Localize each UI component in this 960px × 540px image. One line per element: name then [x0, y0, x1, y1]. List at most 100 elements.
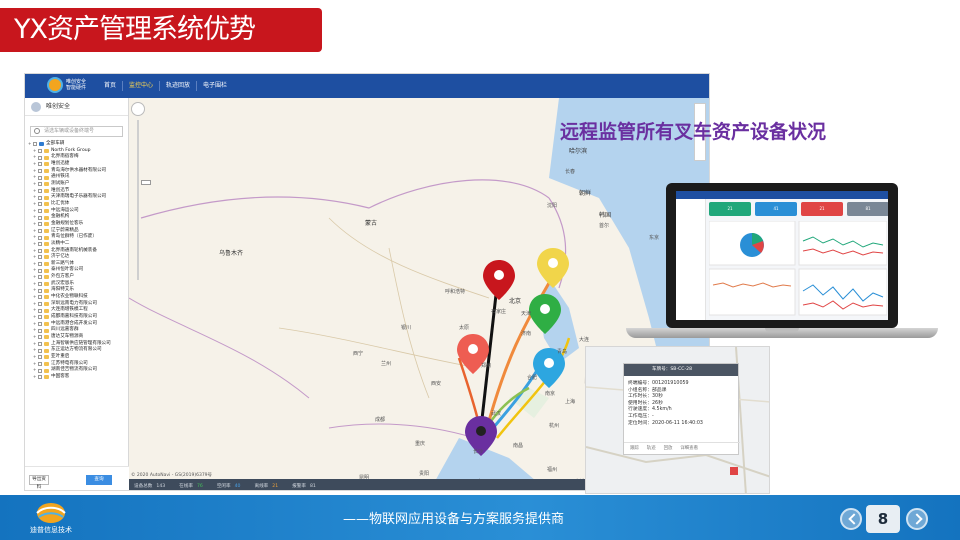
checkbox[interactable] [38, 162, 42, 167]
tree-item[interactable]: + 金融规划位客乐 [28, 221, 128, 228]
checkbox[interactable] [38, 355, 42, 360]
checkbox[interactable] [38, 322, 42, 327]
popup-actions: 跟踪 轨迹 回放 详细查看 [624, 442, 740, 454]
map-label: 呼和浩特 [445, 289, 466, 295]
checkbox[interactable] [38, 328, 42, 333]
checkbox[interactable] [38, 342, 42, 347]
tree-item[interactable]: + 中远海运公司 [28, 208, 128, 215]
checkbox[interactable] [38, 375, 42, 380]
checkbox[interactable] [38, 155, 42, 160]
checkbox[interactable] [38, 168, 42, 173]
checkbox[interactable] [38, 208, 42, 213]
next-page-button[interactable] [906, 508, 928, 530]
tree-item[interactable]: + 天津南瑞电子乐器有限公司 [28, 194, 128, 201]
tree-item[interactable]: + 唯创迅捷 [28, 161, 128, 168]
map-zoom-slider[interactable] [137, 120, 151, 280]
checkbox[interactable] [38, 295, 42, 300]
checkbox[interactable] [33, 142, 37, 147]
checkbox[interactable] [38, 182, 42, 187]
folder-icon [44, 208, 49, 213]
folder-icon [44, 322, 49, 327]
checkbox[interactable] [38, 215, 42, 220]
app-logo-text: 唯创安全 智能硬件 [66, 79, 87, 91]
tree-item[interactable]: + 泰州恒叶客公司 [28, 267, 128, 274]
vehicle-search-input[interactable]: 请选车辆或设备终端号 [30, 126, 123, 137]
checkbox[interactable] [38, 175, 42, 180]
tree-item[interactable]: + 亚叶重启 [28, 354, 128, 361]
checkbox[interactable] [38, 248, 42, 253]
vehicle-plate: 车牌号：SB-CC-28 [624, 364, 738, 376]
folder-icon [44, 315, 49, 320]
folder-icon [44, 202, 49, 207]
checkbox[interactable] [38, 308, 42, 313]
tree-item[interactable]: + 中化农业物联科技 [28, 294, 128, 301]
nav-item-fence[interactable]: 电子围栏 [196, 81, 233, 91]
tree-item-label: 唐达艾车物源商 [51, 334, 84, 340]
checkbox[interactable] [38, 255, 42, 260]
tree-item[interactable]: + 淡精中二 [28, 241, 128, 248]
tree-item[interactable]: + 北界南宿客梅 [28, 154, 128, 161]
detail-link[interactable]: 详细查看 [680, 443, 698, 454]
checkbox[interactable] [38, 228, 42, 233]
nav-item-playback[interactable]: 轨迹回放 [159, 81, 196, 91]
tree-item[interactable]: + 湖南佳吉物流有限公司 [28, 367, 128, 374]
checkbox[interactable] [38, 222, 42, 227]
checkbox[interactable] [38, 188, 42, 193]
tree-root[interactable]: + 全部车辆 [28, 141, 128, 148]
checkbox[interactable] [38, 368, 42, 373]
title-banner: YX资产管理系统优势 [0, 8, 322, 52]
nav-item-monitor[interactable]: 监控中心 [122, 81, 159, 91]
checkbox[interactable] [38, 202, 42, 207]
zoom-knob[interactable] [141, 180, 151, 185]
tree-item[interactable]: + 北界南通南轮机械装备 [28, 248, 128, 255]
nav-item-home[interactable]: 首页 [98, 81, 122, 91]
tree-item[interactable]: + 外包方客户 [28, 274, 128, 281]
checkbox[interactable] [38, 235, 42, 240]
folder-icon [44, 302, 49, 307]
status-idle: 空闲率 40 [216, 483, 241, 489]
checkbox[interactable] [38, 262, 42, 267]
tree-item[interactable]: + 武汉宏恩乐 [28, 281, 128, 288]
tree-item[interactable]: + 中国客客 [28, 374, 128, 381]
tree-item[interactable]: + 比汇优体 [28, 201, 128, 208]
tree-item[interactable]: + 东正运达方物流有限公司 [28, 347, 128, 354]
checkbox[interactable] [38, 148, 42, 153]
tree-item[interactable]: + 济宁亿达 [28, 254, 128, 261]
tree-item-label: 青岛位群特（已作废） [51, 234, 97, 240]
map-label: 乌鲁木齐 [219, 250, 244, 257]
checkbox[interactable] [38, 361, 42, 366]
tree-item[interactable]: + 通州铁讯 [28, 174, 128, 181]
vehicle-detail-screenshot: 车牌号：SB-CC-28 终端编号：001201910059 小组名称：部品课 … [585, 346, 770, 494]
tree-item[interactable]: + 金融机构 [28, 214, 128, 221]
map-pan-control[interactable] [131, 102, 145, 116]
sidebar-user: 唯创安全 [46, 103, 71, 110]
checkbox[interactable] [38, 268, 42, 273]
checkbox[interactable] [38, 348, 42, 353]
dashboard-sidebar [676, 199, 706, 320]
export-button[interactable]: 导出资料 [29, 475, 49, 490]
map-label: 朝鲜 [579, 190, 592, 197]
checkbox[interactable] [38, 302, 42, 307]
folder-icon [44, 375, 49, 380]
checkbox[interactable] [38, 335, 42, 340]
checkbox[interactable] [38, 315, 42, 320]
map-label: 沈阳 [547, 203, 558, 209]
folder-icon [44, 195, 49, 200]
checkbox[interactable] [38, 282, 42, 287]
track-link[interactable]: 跟踪 [630, 443, 639, 454]
replay-link[interactable]: 回放 [664, 443, 673, 454]
trail-link[interactable]: 轨迹 [647, 443, 656, 454]
tree-item[interactable]: + 测试账户 [28, 181, 128, 188]
tree-item[interactable]: + 成都南嘉科技有限公司 [28, 314, 128, 321]
tree-item[interactable]: + 青岛位群特（已作废） [28, 234, 128, 241]
map-label: 杭州 [549, 423, 560, 429]
checkbox[interactable] [38, 275, 42, 280]
tree-item[interactable]: + 唐达艾车物源商 [28, 334, 128, 341]
checkbox[interactable] [38, 195, 42, 200]
prev-page-button[interactable] [840, 508, 862, 530]
tree-item[interactable]: + 青岛海尔供水器材有限公司 [28, 168, 128, 175]
checkbox[interactable] [38, 288, 42, 293]
query-button[interactable]: 查询 [86, 475, 112, 485]
checkbox[interactable] [38, 242, 42, 247]
map-label: 哈尔滨 [569, 148, 588, 155]
